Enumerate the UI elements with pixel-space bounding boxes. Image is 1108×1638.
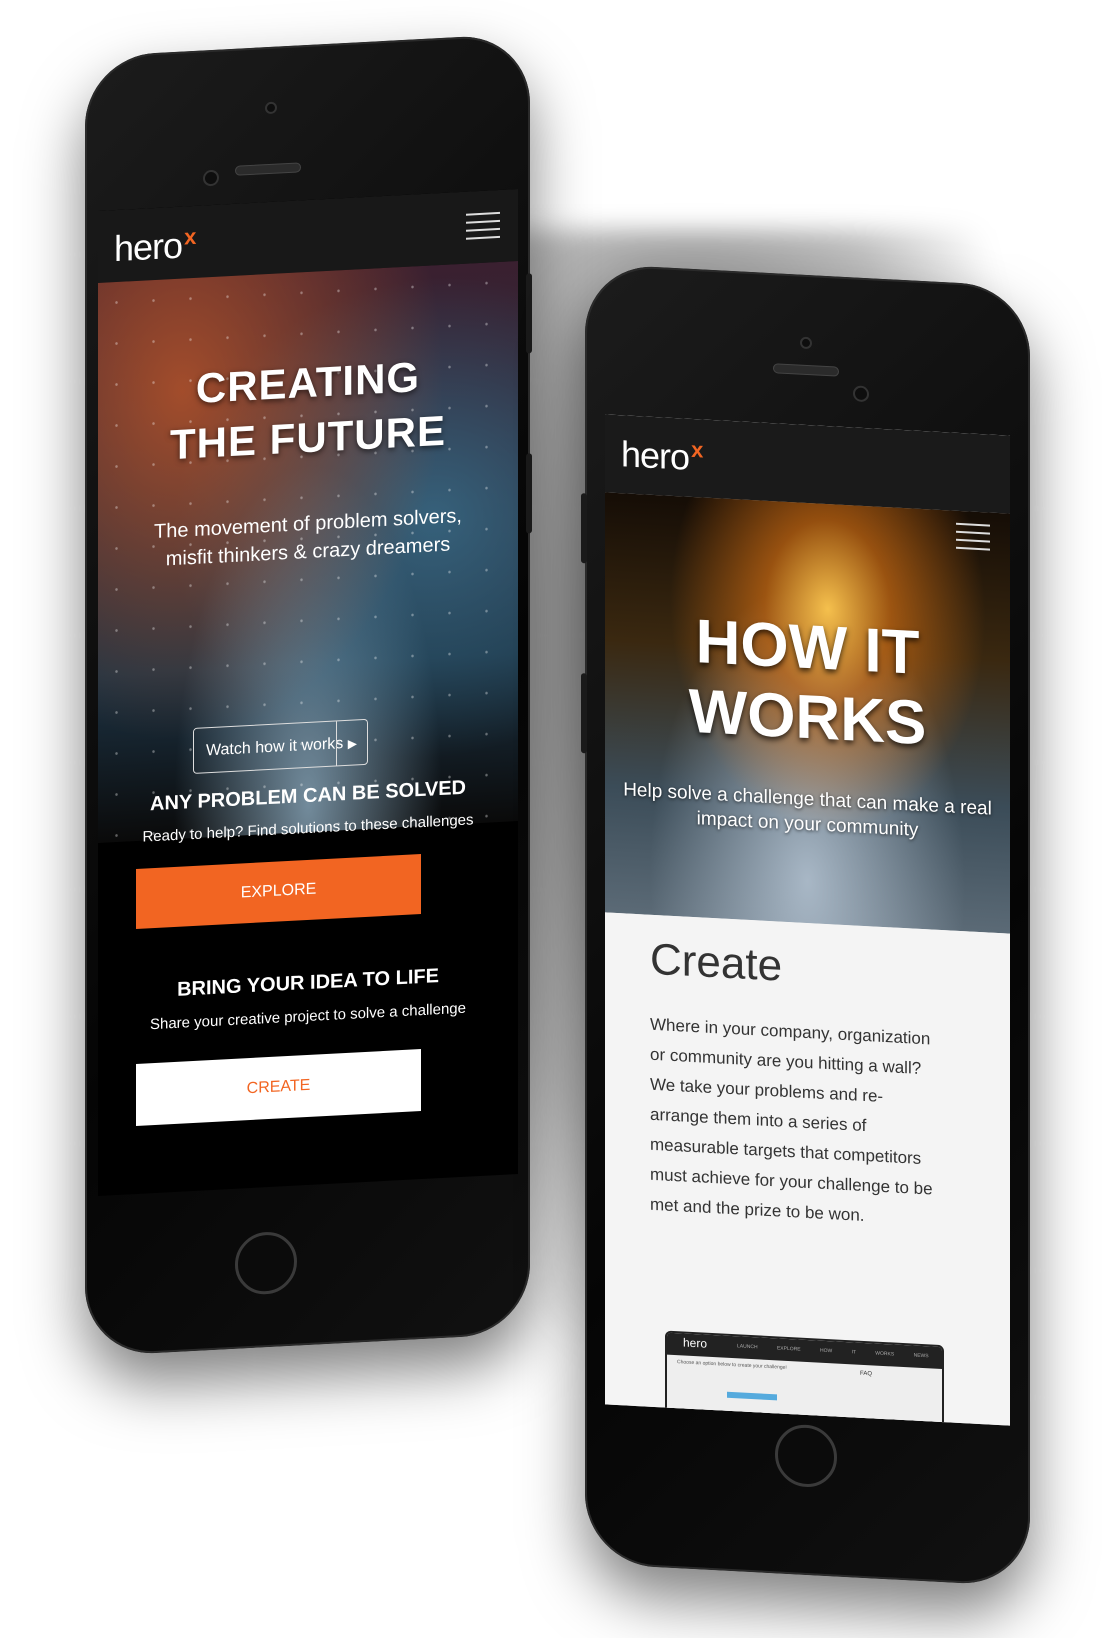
hero-banner: HOW IT WORKS Help solve a challenge that… <box>605 492 1010 934</box>
section-text-idea: Share your creative project to solve a c… <box>149 999 466 1034</box>
phone-right: herox HOW IT WORKS Help solve a challeng… <box>581 263 1030 1587</box>
home-button <box>235 1230 297 1296</box>
front-sensor <box>853 385 869 403</box>
phone-left: herox CREATING THE FUTURE The movement o… <box>85 33 532 1357</box>
play-icon: ▶ <box>336 720 357 766</box>
volume-button <box>526 273 532 354</box>
desktop-preview-image: hero LAUNCH EXPLORE HOW IT WORKS NEWS AB… <box>665 1330 944 1426</box>
watch-how-it-works-button[interactable]: Watch how it works ▶ <box>193 718 368 775</box>
volume-button <box>526 453 532 534</box>
logo-text: hero <box>114 224 183 270</box>
volume-button <box>581 673 587 754</box>
speaker-grille <box>773 363 839 377</box>
logo-x: x <box>184 223 196 250</box>
explore-button[interactable]: EXPLORE <box>136 854 421 929</box>
hamburger-menu-icon[interactable] <box>956 522 990 551</box>
screen-how-it-works: herox HOW IT WORKS Help solve a challeng… <box>605 414 1010 1426</box>
create-button[interactable]: CREATE <box>136 1049 421 1126</box>
screen-home: herox CREATING THE FUTURE The movement o… <box>98 188 518 1196</box>
create-section: Create Where in your company, organizati… <box>605 912 1010 1426</box>
volume-button <box>581 493 587 564</box>
speaker-grille <box>235 162 301 176</box>
front-sensor <box>203 169 219 187</box>
preview-nav-links: LAUNCH EXPLORE HOW IT WORKS NEWS ABOUT U… <box>737 1343 944 1362</box>
logo-x: x <box>691 436 703 463</box>
herox-logo[interactable]: herox <box>114 224 195 270</box>
herox-logo[interactable]: herox <box>621 433 702 479</box>
front-camera <box>800 336 812 350</box>
create-description: Where in your company, organization or c… <box>650 1014 933 1225</box>
hamburger-menu-icon[interactable] <box>466 211 500 240</box>
watch-button-label: Watch how it works <box>206 735 344 760</box>
preview-faq: FAQ <box>859 1370 872 1378</box>
create-heading: Create <box>650 934 783 991</box>
home-button <box>775 1423 837 1489</box>
preview-blue-button <box>727 1391 777 1401</box>
logo-text: hero <box>621 433 690 478</box>
preview-intro: Choose an option below to create your ch… <box>677 1359 787 1371</box>
hero-banner: CREATING THE FUTURE The movement of prob… <box>98 260 518 843</box>
front-camera <box>265 101 277 115</box>
preview-logo: hero <box>683 1335 708 1351</box>
